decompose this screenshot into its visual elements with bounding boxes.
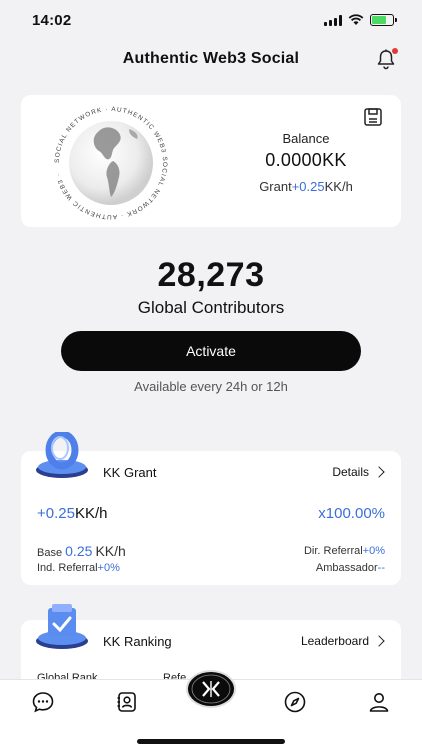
contributors-count: 28,273 <box>157 256 265 294</box>
details-link[interactable]: Details <box>332 465 385 479</box>
base-label: Base <box>37 547 63 559</box>
chat-bubble-icon <box>32 692 54 713</box>
ind-referral-label: Ind. Referral <box>37 562 98 574</box>
grant-3d-icon <box>34 430 90 480</box>
balance-label: Balance <box>282 131 330 146</box>
cellular-signal-icon <box>324 14 342 26</box>
globe-logo: SOCIAL NETWORK · AUTHENTIC WEB3 SOCIAL N… <box>49 101 173 225</box>
availability-note: Available every 24h or 12h <box>134 379 288 394</box>
base-rate: Base 0.25 KK/h <box>37 543 126 559</box>
tab-explore[interactable] <box>283 690 307 714</box>
status-bar: 14:02 <box>0 0 422 40</box>
kk-logo-icon <box>191 674 231 704</box>
floppy-disk-icon <box>364 108 382 126</box>
notifications-button[interactable] <box>376 48 398 70</box>
save-button[interactable] <box>363 107 383 127</box>
notification-dot <box>392 48 398 54</box>
ranking-3d-icon <box>34 600 90 650</box>
status-time: 14:02 <box>32 11 72 29</box>
app-header: Authentic Web3 Social <box>0 44 422 74</box>
balance-card: SOCIAL NETWORK · AUTHENTIC WEB3 SOCIAL N… <box>21 95 401 227</box>
person-icon <box>369 693 389 712</box>
balance-info: Balance 0.0000KK Grant+0.25KK/h <box>236 131 376 194</box>
compass-icon <box>284 691 306 713</box>
tab-chat[interactable] <box>31 690 55 714</box>
leaderboard-label: Leaderboard <box>300 634 369 648</box>
ambassador: Ambassador-- <box>316 562 385 574</box>
activate-button[interactable]: Activate <box>61 331 361 371</box>
status-icons <box>324 14 397 26</box>
contact-card-icon <box>117 692 136 712</box>
base-value: 0.25 <box>65 543 93 559</box>
indirect-referral: Ind. Referral+0% <box>37 562 120 574</box>
details-label: Details <box>332 465 369 479</box>
grant-rate-unit: KK/h <box>74 505 108 522</box>
contributors-label: Global Contributors <box>137 298 285 317</box>
ambassador-label: Ambassador <box>315 562 378 574</box>
tab-contacts[interactable] <box>115 690 139 714</box>
tab-profile[interactable] <box>367 690 391 714</box>
kk-ranking-title: KK Ranking <box>103 634 172 649</box>
grant-prefix: Grant <box>259 179 292 194</box>
ind-referral-value: +0% <box>97 562 120 574</box>
grant-multiplier: x100.00% <box>318 505 385 522</box>
chevron-right-icon <box>373 635 385 647</box>
direct-referral: Dir. Referral+0% <box>304 545 385 557</box>
chevron-right-icon <box>373 466 385 478</box>
dir-referral-value: +0% <box>362 545 385 557</box>
dir-referral-label: Dir. Referral <box>303 545 363 557</box>
wifi-icon <box>348 14 364 25</box>
grant-rate: +0.25 <box>291 179 325 194</box>
base-unit: KK/h <box>95 543 126 559</box>
home-indicator <box>137 739 285 744</box>
leaderboard-link[interactable]: Leaderboard <box>300 634 385 648</box>
tab-kk-home[interactable] <box>186 670 236 708</box>
ambassador-value: -- <box>377 562 385 574</box>
grant-unit: KK/h <box>324 179 353 194</box>
kk-grant-title: KK Grant <box>103 465 157 480</box>
grant-rate-display: +0.25KK/h <box>37 505 108 522</box>
grant-line: Grant+0.25KK/h <box>236 179 376 194</box>
balance-value: 0.0000KK <box>265 150 347 170</box>
grant-rate-value: +0.25 <box>37 505 75 522</box>
page-title: Authentic Web3 Social <box>122 50 300 67</box>
battery-icon <box>370 14 397 26</box>
